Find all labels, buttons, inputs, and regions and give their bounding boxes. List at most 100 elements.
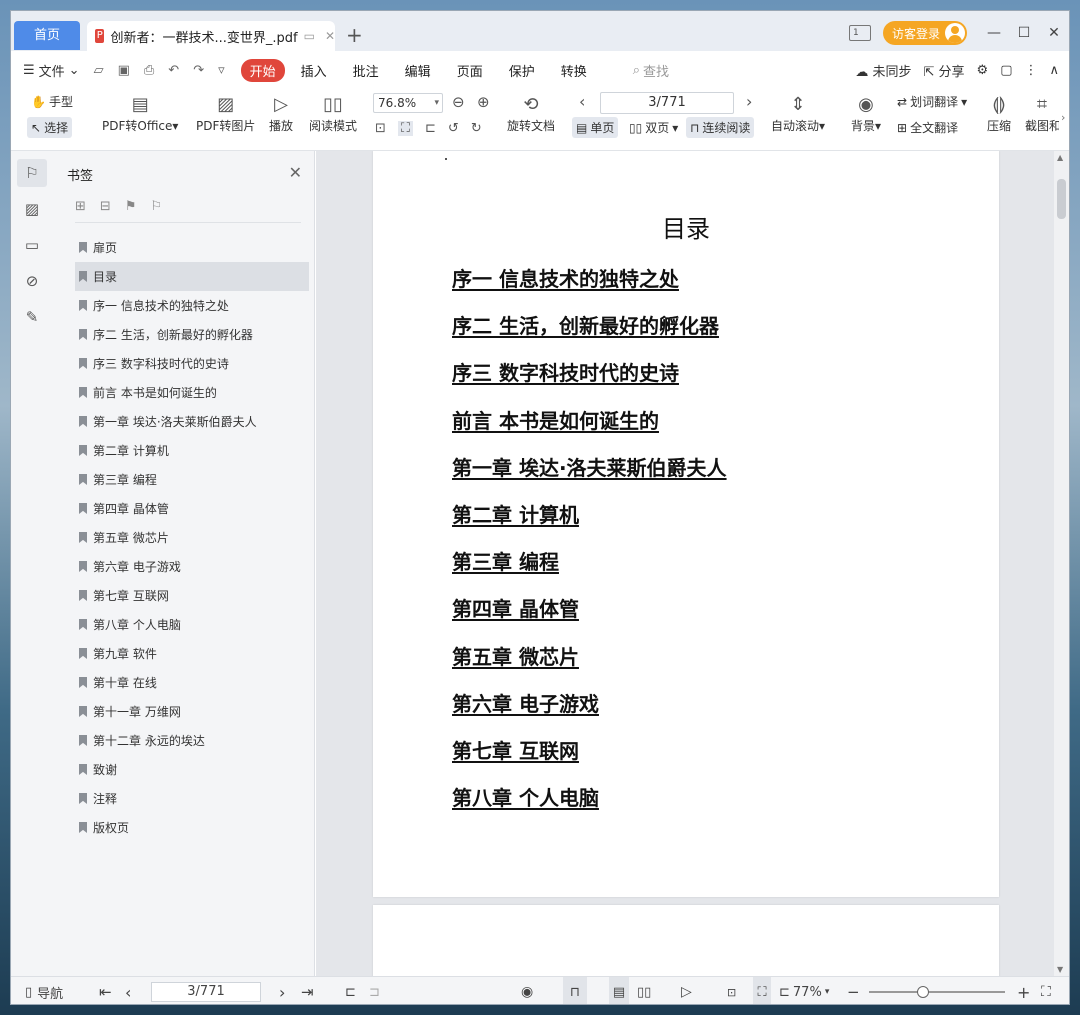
bookmark-item[interactable]: 序三 数字科技时代的史诗 bbox=[75, 349, 309, 378]
toc-entry-link[interactable]: 前言 本书是如何诞生的 bbox=[452, 405, 727, 452]
save-icon[interactable]: ▣ bbox=[118, 63, 130, 78]
close-panel-icon[interactable]: ✕ bbox=[289, 163, 302, 182]
actual-size-icon[interactable]: ⊡ bbox=[375, 121, 386, 136]
fit-width-icon[interactable]: ⊏ bbox=[425, 121, 436, 136]
bookmark-item[interactable]: 第三章 编程 bbox=[75, 465, 309, 494]
single-page-button[interactable]: ▤ 单页 bbox=[572, 117, 619, 138]
menu-tab-start[interactable]: 开始 bbox=[240, 58, 285, 82]
zoom-out-icon[interactable]: − bbox=[847, 977, 860, 1004]
add-tab-icon[interactable]: + bbox=[346, 23, 363, 47]
undo-icon[interactable]: ↶ bbox=[168, 63, 179, 78]
bookmark-item[interactable]: 前言 本书是如何诞生的 bbox=[75, 378, 309, 407]
open-folder-icon[interactable]: ▱ bbox=[94, 63, 104, 78]
prev-page-icon[interactable]: ‹ bbox=[579, 92, 585, 111]
redo-icon[interactable]: ↷ bbox=[193, 63, 204, 78]
eye-icon[interactable]: ◉ bbox=[521, 977, 533, 1004]
auto-scroll-button[interactable]: ⇕ 自动滚动▾ bbox=[771, 93, 825, 134]
first-page-icon[interactable]: ⇤ bbox=[99, 977, 112, 1004]
close-tab-icon[interactable]: ✕ bbox=[325, 29, 335, 43]
navigation-toggle[interactable]: ▯ 导航 bbox=[25, 977, 63, 1004]
pdf-to-image-button[interactable]: ▨ PDF转图片 bbox=[196, 93, 255, 134]
search-box[interactable]: ⌕ 查找 bbox=[633, 61, 669, 80]
bookmark-item[interactable]: 扉页 bbox=[75, 233, 309, 262]
collapse-ribbon-icon[interactable]: ∧ bbox=[1049, 63, 1059, 78]
sync-button[interactable]: ☁ 未同步 bbox=[855, 61, 911, 80]
bookmark-item[interactable]: 第七章 互联网 bbox=[75, 581, 309, 610]
toc-entry-link[interactable]: 第五章 微芯片 bbox=[452, 641, 727, 688]
bookmark-item[interactable]: 第二章 计算机 bbox=[75, 436, 309, 465]
select-tool-button[interactable]: ↖ 选择 bbox=[27, 117, 73, 138]
prev-page-icon[interactable]: ‹ bbox=[125, 977, 131, 1004]
bookmark-item[interactable]: 注释 bbox=[75, 784, 309, 813]
next-page-icon[interactable]: › bbox=[746, 92, 752, 111]
rotate-left-icon[interactable]: ↺ bbox=[448, 121, 459, 136]
pdf-to-office-button[interactable]: ▤ PDF转Office▾ bbox=[102, 93, 178, 134]
full-translate-button[interactable]: ⊞ 全文翻译 bbox=[897, 119, 958, 136]
file-menu[interactable]: ☰ 文件 ⌄ bbox=[23, 61, 80, 80]
actual-size-icon[interactable]: ⊡ bbox=[727, 977, 736, 1004]
menu-tab-annotate[interactable]: 批注 bbox=[353, 61, 379, 80]
scroll-down-icon[interactable]: ▼ bbox=[1057, 965, 1063, 974]
bookmark-panel-icon[interactable]: ⚐ bbox=[17, 159, 47, 187]
play-button[interactable]: ▷ 播放 bbox=[269, 93, 293, 134]
forward-icon[interactable]: ⊐ bbox=[369, 977, 380, 1004]
double-page-button[interactable]: ▯▯ 双页 ▾ bbox=[629, 119, 678, 136]
single-page-icon[interactable]: ▤ bbox=[609, 977, 629, 1004]
page-number-input[interactable]: 3/771 bbox=[600, 92, 734, 114]
double-page-icon[interactable]: ▯▯ bbox=[637, 977, 651, 1004]
bookmark-item[interactable]: 第八章 个人电脑 bbox=[75, 610, 309, 639]
toc-entry-link[interactable]: 第二章 计算机 bbox=[452, 499, 727, 546]
window-layout-icon[interactable]: 1 bbox=[848, 25, 871, 41]
bookmark-item[interactable]: 目录 bbox=[75, 262, 309, 291]
read-mode-button[interactable]: ▯▯ 阅读模式 bbox=[309, 93, 357, 134]
comment-icon[interactable]: ▢ bbox=[1000, 63, 1012, 78]
compress-button[interactable]: ⟬⟭ 压缩 bbox=[987, 93, 1011, 134]
fullscreen-icon[interactable]: ⛶ bbox=[1041, 977, 1051, 1004]
toc-entry-link[interactable]: 第八章 个人电脑 bbox=[452, 782, 727, 829]
zoom-slider[interactable] bbox=[869, 986, 1005, 998]
bookmark-item[interactable]: 第十章 在线 bbox=[75, 668, 309, 697]
tab-home[interactable]: 首页 bbox=[14, 21, 80, 50]
menu-tab-protect[interactable]: 保护 bbox=[509, 61, 535, 80]
zoom-out-icon[interactable]: ⊖ bbox=[452, 93, 465, 111]
zoom-select[interactable]: 76.8% ▾ bbox=[373, 93, 443, 113]
toc-entry-link[interactable]: 第六章 电子游戏 bbox=[452, 688, 727, 735]
bookmark-item[interactable]: 序一 信息技术的独特之处 bbox=[75, 291, 309, 320]
back-icon[interactable]: ⊏ bbox=[345, 977, 356, 1004]
toc-entry-link[interactable]: 第三章 编程 bbox=[452, 546, 727, 593]
toc-entry-link[interactable]: 序二 生活，创新最好的孵化器 bbox=[452, 310, 727, 357]
more-dropdown-icon[interactable]: ▿ bbox=[218, 63, 225, 78]
hand-tool-button[interactable]: ✋ 手型 bbox=[31, 93, 73, 110]
toc-entry-link[interactable]: 第四章 晶体管 bbox=[452, 593, 727, 640]
screenshot-button[interactable]: ⌗ 截图和 bbox=[1025, 93, 1059, 134]
toc-entry-link[interactable]: 序三 数字科技时代的史诗 bbox=[452, 357, 727, 404]
guest-login-button[interactable]: 访客登录 bbox=[882, 21, 967, 45]
zoom-level-select[interactable]: ⊏ 77% ▾ bbox=[779, 977, 829, 1004]
close-window-icon[interactable]: ✕ bbox=[1039, 25, 1069, 41]
minimize-icon[interactable]: — bbox=[979, 25, 1009, 41]
background-button[interactable]: ◉ 背景▾ bbox=[851, 93, 881, 134]
bookmark-outline-icon[interactable]: ⚐ bbox=[150, 199, 162, 214]
fit-page-icon[interactable]: ⛶ bbox=[397, 121, 414, 136]
bookmark-item[interactable]: 序二 生活，创新最好的孵化器 bbox=[75, 320, 309, 349]
bookmark-item[interactable]: 第六章 电子游戏 bbox=[75, 552, 309, 581]
signature-icon[interactable]: ✎ bbox=[17, 303, 47, 331]
zoom-in-icon[interactable]: ⊕ bbox=[477, 93, 490, 111]
share-button[interactable]: ⇱ 分享 bbox=[923, 61, 964, 80]
gear-icon[interactable]: ⚙ bbox=[977, 63, 989, 78]
play-icon[interactable]: ▷ bbox=[681, 977, 692, 1004]
bookmark-item[interactable]: 致谢 bbox=[75, 755, 309, 784]
menu-tab-convert[interactable]: 转换 bbox=[561, 61, 587, 80]
toc-entry-link[interactable]: 第七章 互联网 bbox=[452, 735, 727, 782]
attachment-icon[interactable]: ⊘ bbox=[17, 267, 47, 295]
more-icon[interactable]: ⋮ bbox=[1024, 63, 1037, 78]
scrollbar-thumb[interactable] bbox=[1057, 179, 1066, 219]
continuous-reading-button[interactable]: ⊓ 连续阅读 bbox=[686, 117, 755, 138]
zoom-slider-handle[interactable] bbox=[917, 986, 929, 998]
bookmark-item[interactable]: 第四章 晶体管 bbox=[75, 494, 309, 523]
add-bookmark-icon[interactable]: ⊞ bbox=[75, 199, 86, 214]
thumbnail-panel-icon[interactable]: ▨ bbox=[17, 195, 47, 223]
maximize-icon[interactable]: ☐ bbox=[1009, 25, 1039, 41]
toc-entry-link[interactable]: 序一 信息技术的独特之处 bbox=[452, 263, 727, 310]
bookmark-star-icon[interactable]: ⚑ bbox=[125, 199, 137, 214]
